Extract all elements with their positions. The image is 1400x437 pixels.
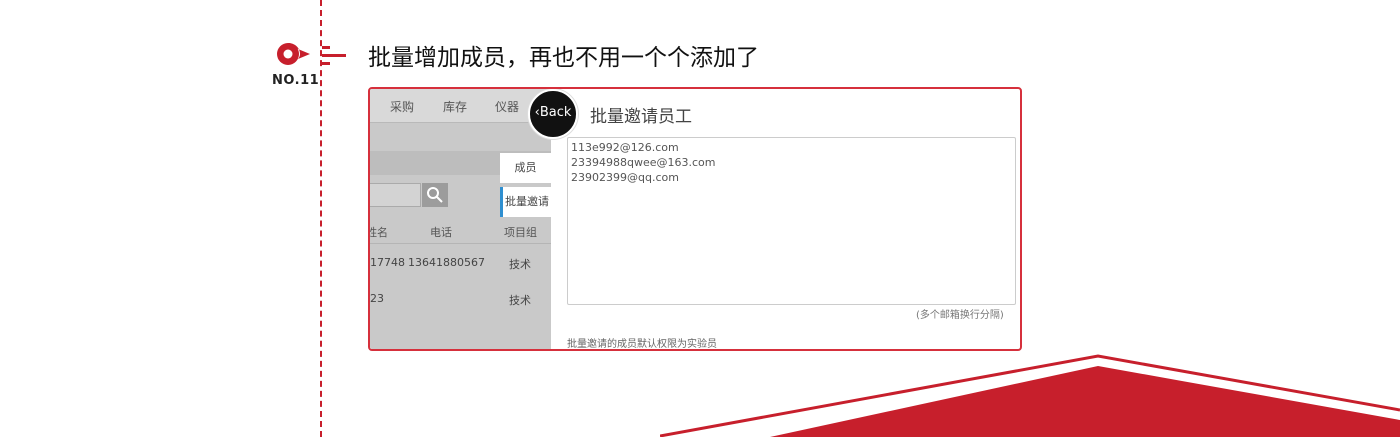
cell-name: 17748 bbox=[370, 256, 405, 269]
nav-item-inventory[interactable]: 库存 bbox=[443, 98, 467, 115]
nav-item-instruments[interactable]: 仪器 bbox=[495, 98, 519, 115]
column-header-group: 项目组 bbox=[504, 226, 537, 239]
search-icon bbox=[427, 187, 443, 203]
back-button[interactable]: ‹Back bbox=[528, 89, 578, 139]
email-line: 23394988qwee@163.com bbox=[571, 156, 716, 169]
location-pin-icon bbox=[277, 43, 310, 65]
top-nav-bar: 采购 库存 仪器 bbox=[370, 89, 551, 123]
tab-members[interactable]: 成员 bbox=[500, 153, 551, 183]
section-headline: 批量增加成员，再也不用一个个添加了 bbox=[368, 45, 759, 71]
screenshot-frame: 采购 库存 仪器 成员 批量邀请 姓名 电话 项目组 17748 1364188… bbox=[368, 87, 1022, 351]
email-line: 23902399@qq.com bbox=[571, 171, 679, 184]
section-number: NO.11 bbox=[272, 73, 320, 88]
search-button[interactable] bbox=[422, 183, 448, 207]
timeline-tick-icon bbox=[322, 46, 346, 65]
panel-title: 批量邀请员工 bbox=[590, 107, 692, 127]
cell-group: 技术 bbox=[509, 294, 531, 307]
permission-note: 批量邀请的成员默认权限为实验员 bbox=[567, 339, 717, 350]
table-header-divider bbox=[370, 243, 551, 244]
cell-phone: 13641880567 bbox=[408, 256, 485, 269]
back-button-label: Back bbox=[539, 105, 572, 120]
email-hint: (多个邮箱换行分隔) bbox=[916, 310, 1004, 321]
cell-group: 技术 bbox=[509, 258, 531, 271]
decorative-red-shape bbox=[660, 354, 1400, 437]
email-textarea[interactable]: 113e992@126.com 23394988qwee@163.com 239… bbox=[567, 137, 1016, 305]
email-line: 113e992@126.com bbox=[571, 141, 679, 154]
search-input[interactable] bbox=[370, 183, 421, 207]
nav-item-purchase[interactable]: 采购 bbox=[390, 98, 414, 115]
cell-name: 23 bbox=[370, 292, 384, 305]
column-header-phone: 电话 bbox=[430, 226, 452, 239]
app-background-panel: 采购 库存 仪器 成员 批量邀请 姓名 电话 项目组 17748 1364188… bbox=[370, 89, 551, 349]
tab-batch-invite[interactable]: 批量邀请 bbox=[500, 187, 551, 217]
column-header-name: 姓名 bbox=[368, 226, 388, 239]
